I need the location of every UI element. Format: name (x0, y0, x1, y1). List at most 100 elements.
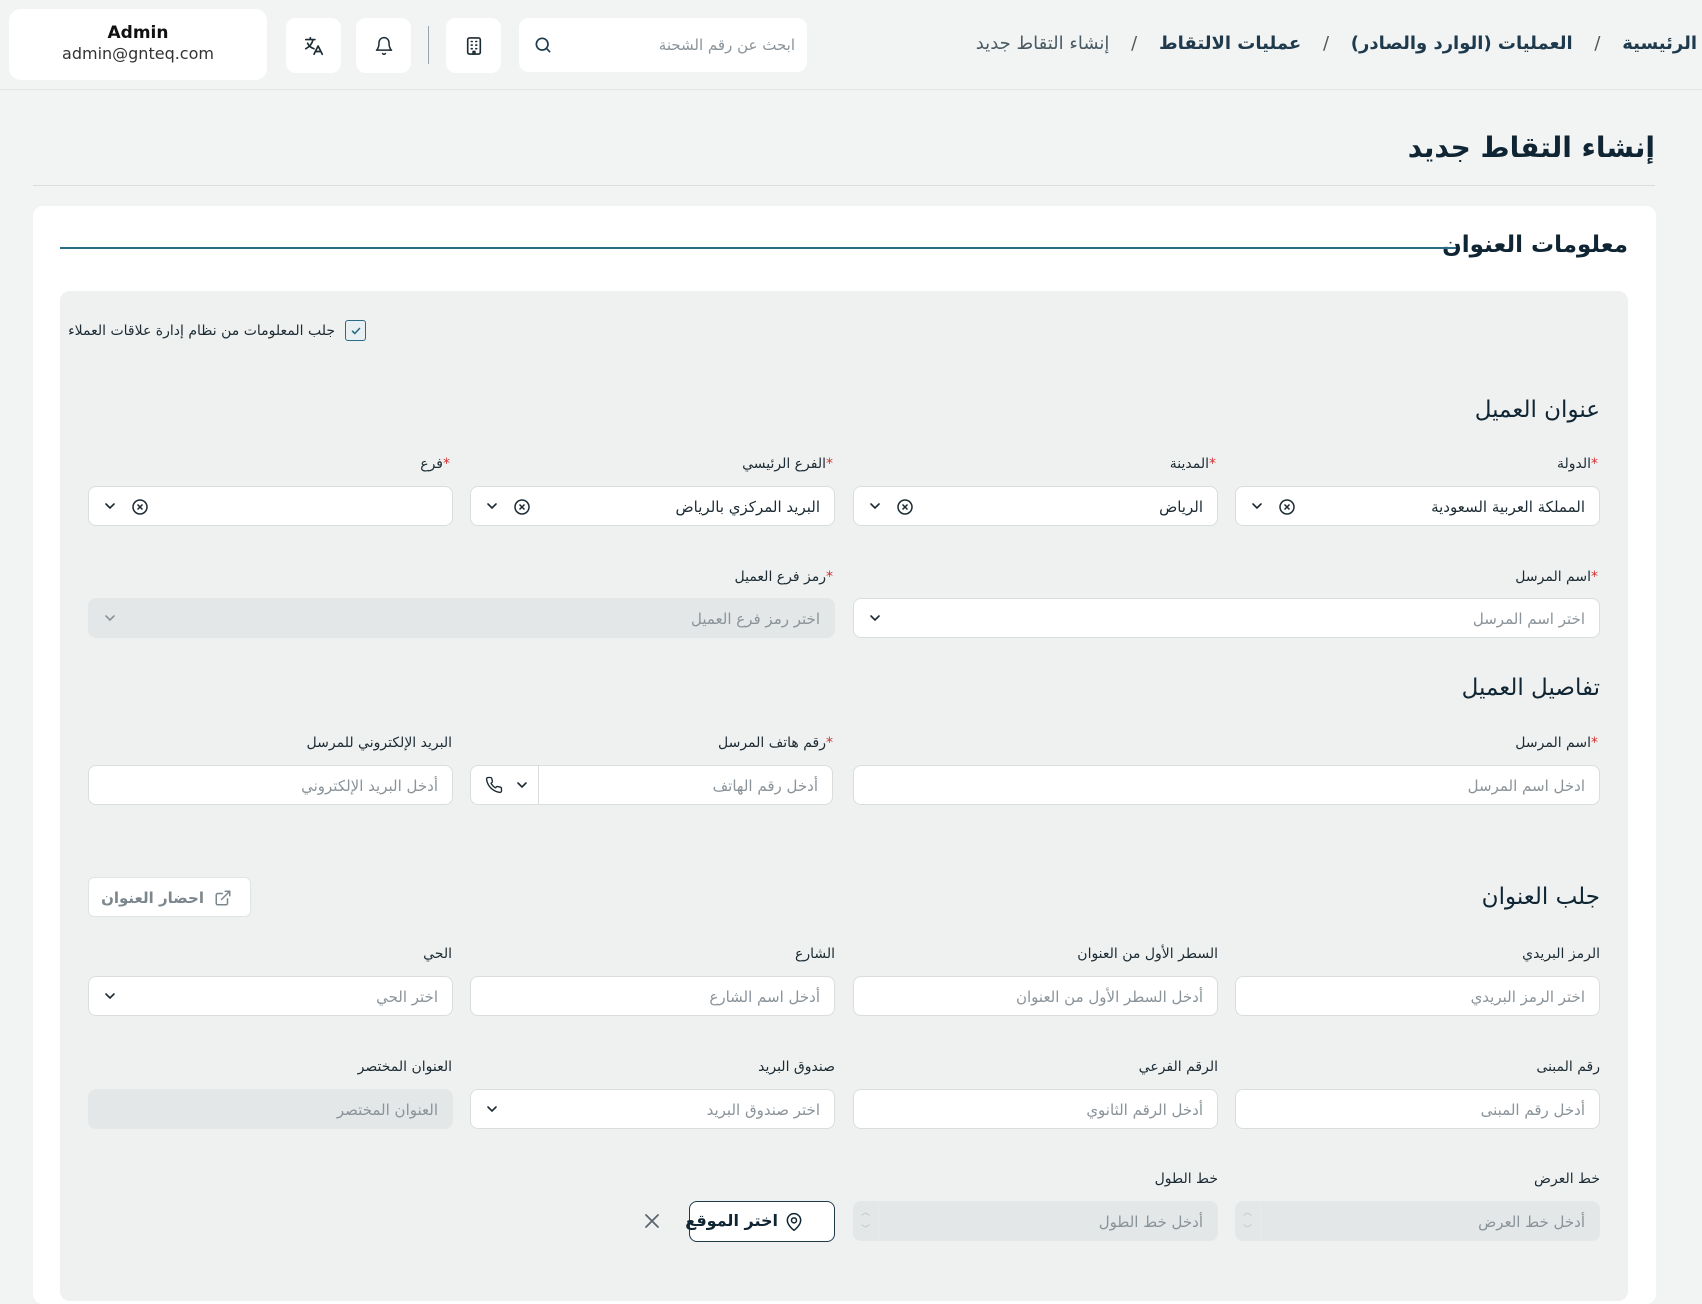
latitude-placeholder: أدخل خط العرض (1478, 1213, 1585, 1231)
search-icon[interactable] (533, 35, 553, 55)
chevron-down-icon[interactable] (103, 989, 117, 1003)
breadcrumb-separator: / (1322, 32, 1330, 54)
email-field[interactable]: أدخل البريد الإلكتروني (88, 765, 453, 805)
fetch-address-button[interactable]: احضار العنوان (88, 877, 251, 917)
building-number-label: رقم المبنى (1536, 1059, 1600, 1075)
sub-number-label: الرقم الفرعي (1138, 1059, 1218, 1075)
clear-icon[interactable] (131, 498, 149, 516)
branch-label: *فرع (420, 456, 452, 472)
translate-icon (304, 36, 323, 55)
language-button[interactable] (286, 18, 341, 73)
clear-icon[interactable] (1278, 498, 1296, 516)
main-branch-value: البريد المركزي بالرياض (675, 498, 820, 516)
section-divider (60, 247, 1456, 249)
street-placeholder: أدخل اسم الشارع (709, 988, 820, 1006)
clear-icon[interactable] (513, 498, 531, 516)
building-icon (466, 36, 481, 55)
title-divider (33, 185, 1655, 186)
sender-name-select-placeholder: اختر اسم المرسل (1472, 610, 1585, 628)
pick-location-button-label: اختر الموقع (685, 1211, 778, 1230)
required-mark: * (1591, 456, 1598, 472)
branch-code-label-text: رمز فرع العميل (734, 569, 827, 585)
po-box-label: صندوق البريد (758, 1059, 835, 1075)
required-mark: * (1591, 735, 1598, 751)
longitude-field: أدخل خط الطول ︿ ﹀ (853, 1201, 1218, 1241)
breadcrumb-separator: / (1131, 32, 1138, 54)
main-branch-label-text: الفرع الرئيسي (742, 456, 826, 472)
required-mark: * (826, 456, 833, 472)
district-select[interactable]: اختر الحي (88, 976, 453, 1016)
main-branch-label: *الفرع الرئيسي (742, 456, 835, 472)
chevron-down-icon[interactable] (103, 499, 117, 513)
branch-code-placeholder: اختر رمز فرع العميل (690, 610, 820, 628)
postal-code-label: الرمز البريدي (1522, 946, 1600, 962)
city-label: *المدينة (1170, 456, 1218, 472)
chevron-down-icon[interactable] (485, 1102, 499, 1116)
sender-name-field[interactable]: ادخل اسم المرسل (853, 765, 1600, 805)
breadcrumb-pickups[interactable]: عمليات الالتقاط (1159, 33, 1301, 54)
branch-select[interactable] (88, 486, 453, 526)
crm-checkbox-label[interactable]: جلب المعلومات من نظام إدارة علاقات العمل… (68, 323, 335, 339)
short-address-label: العنوان المختصر (357, 1059, 452, 1075)
sub-number-field[interactable]: أدخل الرقم الثانوي (853, 1089, 1218, 1129)
crm-checkbox[interactable] (345, 320, 366, 341)
company-button[interactable] (446, 18, 501, 73)
bell-icon (375, 36, 392, 55)
required-mark: * (1591, 569, 1598, 585)
chevron-down-icon[interactable] (1250, 499, 1264, 513)
main-branch-select[interactable]: البريد المركزي بالرياض (470, 486, 835, 526)
branch-code-select[interactable]: اختر رمز فرع العميل (88, 598, 835, 638)
building-number-field[interactable]: أدخل رقم المبنى (1235, 1089, 1600, 1129)
po-box-select[interactable]: اختر صندوق البريد (470, 1089, 835, 1129)
phone-field[interactable]: أدخل رقم الهاتف (470, 765, 833, 805)
close-icon[interactable] (642, 1211, 662, 1231)
breadcrumb-separator: / (1594, 32, 1601, 54)
external-link-icon (215, 890, 231, 906)
sender-name-label: *اسم المرسل (1515, 735, 1600, 751)
longitude-stepper: ︿ ﹀ (854, 1202, 879, 1240)
search-input[interactable] (575, 18, 795, 72)
chevron-down-icon[interactable] (868, 499, 882, 513)
page-title: إنشاء التقاط جديد (1407, 131, 1655, 164)
district-placeholder: اختر الحي (376, 988, 438, 1006)
sender-name-select-label-text: اسم المرسل (1515, 569, 1591, 585)
breadcrumb-operations[interactable]: العمليات (الوارد والصادر) (1351, 33, 1573, 54)
notifications-button[interactable] (356, 18, 411, 73)
street-field[interactable]: أدخل اسم الشارع (470, 976, 835, 1016)
longitude-placeholder: أدخل خط الطول (1098, 1213, 1203, 1231)
shipment-search[interactable] (519, 18, 807, 72)
user-name: Admin (107, 23, 169, 43)
city-label-text: المدينة (1169, 456, 1209, 472)
building-number-placeholder: أدخل رقم المبنى (1480, 1101, 1585, 1119)
map-pin-icon (786, 1212, 802, 1232)
po-box-placeholder: اختر صندوق البريد (706, 1101, 820, 1119)
latitude-stepper: ︿ ﹀ (1236, 1202, 1261, 1240)
latitude-field: أدخل خط العرض ︿ ﹀ (1235, 1201, 1600, 1241)
sender-name-placeholder: ادخل اسم المرسل (1467, 777, 1585, 795)
country-label-text: الدولة (1556, 456, 1591, 472)
required-mark: * (826, 735, 833, 751)
country-code-select[interactable] (471, 766, 539, 804)
sender-name-select[interactable]: اختر اسم المرسل (853, 598, 1600, 638)
required-mark: * (443, 456, 450, 472)
chevron-down-icon (517, 782, 527, 789)
country-select[interactable]: المملكة العربية السعودية (1235, 486, 1600, 526)
city-select[interactable]: الرياض (853, 486, 1218, 526)
breadcrumb-home[interactable]: الرئيسية (1622, 33, 1697, 54)
pick-location-button[interactable]: اختر الموقع (685, 1201, 835, 1242)
country-label: *الدولة (1557, 456, 1600, 472)
short-address-placeholder: العنوان المختصر (336, 1101, 438, 1119)
clear-icon[interactable] (896, 498, 914, 516)
user-menu[interactable]: Admin admin@gnteq.com (9, 9, 267, 80)
address-line1-field[interactable]: أدخل السطر الأول من العنوان (853, 976, 1218, 1016)
chevron-down-icon[interactable] (868, 611, 882, 625)
breadcrumb-current: إنشاء التقاط جديد (975, 32, 1110, 54)
email-label-text: البريد الإلكتروني للمرسل (306, 735, 452, 751)
sender-name-label-text: اسم المرسل (1515, 735, 1591, 751)
postal-code-field[interactable]: اختر الرمز البريدي (1235, 976, 1600, 1016)
phone-label: *رقم هاتف المرسل (718, 735, 835, 751)
chevron-down-icon[interactable] (485, 499, 499, 513)
city-value: الرياض (1159, 498, 1203, 516)
phone-label-text: رقم هاتف المرسل (717, 735, 826, 751)
sub-number-placeholder: أدخل الرقم الثانوي (1086, 1101, 1203, 1119)
